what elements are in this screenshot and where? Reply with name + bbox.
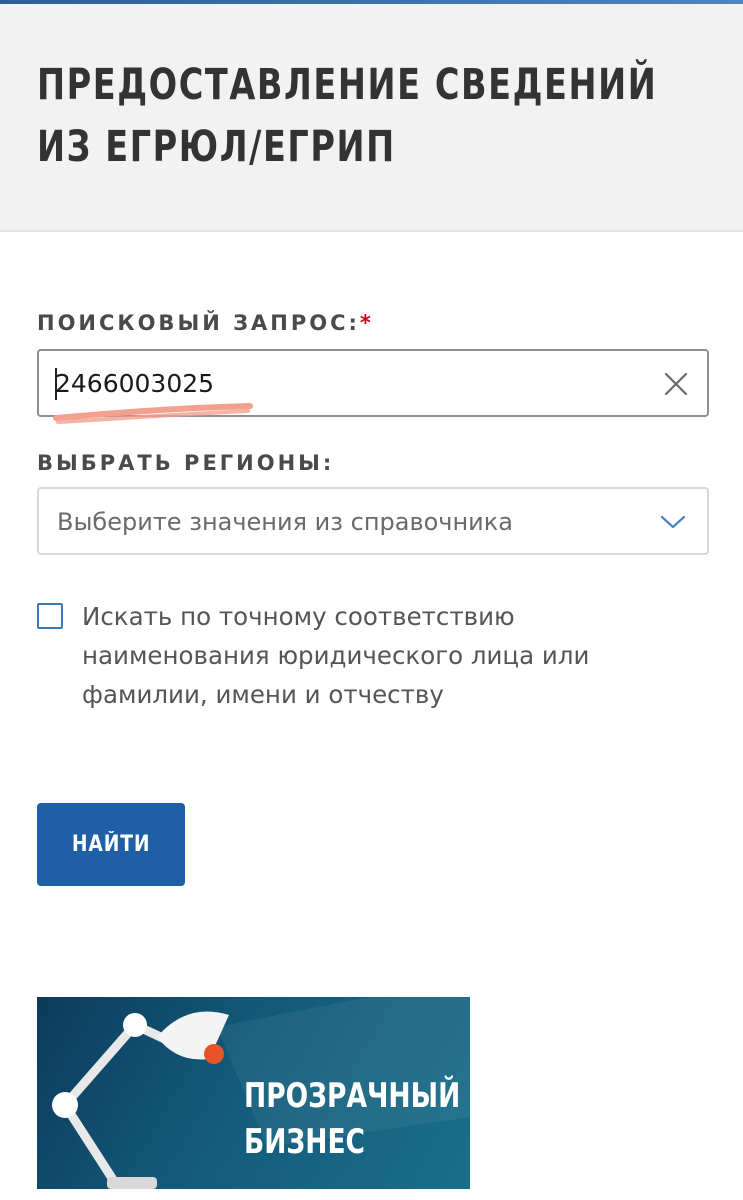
highlight-underline-mark [53,403,253,424]
text-caret [55,368,57,400]
banner-text: ПРОЗРАЧНЫЙ БИЗНЕС [244,1073,460,1165]
exact-match-label[interactable]: Искать по точному соответствию наименова… [82,597,702,714]
regions-select[interactable]: Выберите значения из справочника [37,487,709,555]
page: ПРЕДОСТАВЛЕНИЕ СВЕДЕНИЙ ИЗ ЕГРЮЛ/ЕГРИП П… [0,0,743,1200]
banner-line-1: ПРОЗРАЧНЫЙ [244,1076,461,1116]
regions-label: ВЫБРАТЬ РЕГИОНЫ: [37,451,335,475]
close-icon[interactable] [661,369,691,399]
search-query-label: ПОИСКОВЫЙ ЗАПРОС:* [37,311,374,335]
page-header: ПРЕДОСТАВЛЕНИЕ СВЕДЕНИЙ ИЗ ЕГРЮЛ/ЕГРИП [0,4,743,232]
search-input-value[interactable]: 2466003025 [55,368,214,400]
page-title-line-2: ИЗ ЕГРЮЛ/ЕГРИП [37,122,396,172]
page-title: ПРЕДОСТАВЛЕНИЕ СВЕДЕНИЙ ИЗ ЕГРЮЛ/ЕГРИП [37,54,658,178]
exact-match-checkbox[interactable] [37,603,63,629]
banner-line-2: БИЗНЕС [244,1122,366,1162]
chevron-down-icon[interactable] [659,513,687,531]
required-star: * [359,311,374,335]
transparent-business-banner[interactable]: ПРОЗРАЧНЫЙ БИЗНЕС [37,997,470,1189]
find-button[interactable]: НАЙТИ [37,803,185,886]
page-title-line-1: ПРЕДОСТАВЛЕНИЕ СВЕДЕНИЙ [37,60,658,110]
find-button-label: НАЙТИ [71,832,151,857]
regions-select-placeholder: Выберите значения из справочника [57,508,513,536]
search-query-label-text: ПОИСКОВЫЙ ЗАПРОС: [37,311,360,335]
